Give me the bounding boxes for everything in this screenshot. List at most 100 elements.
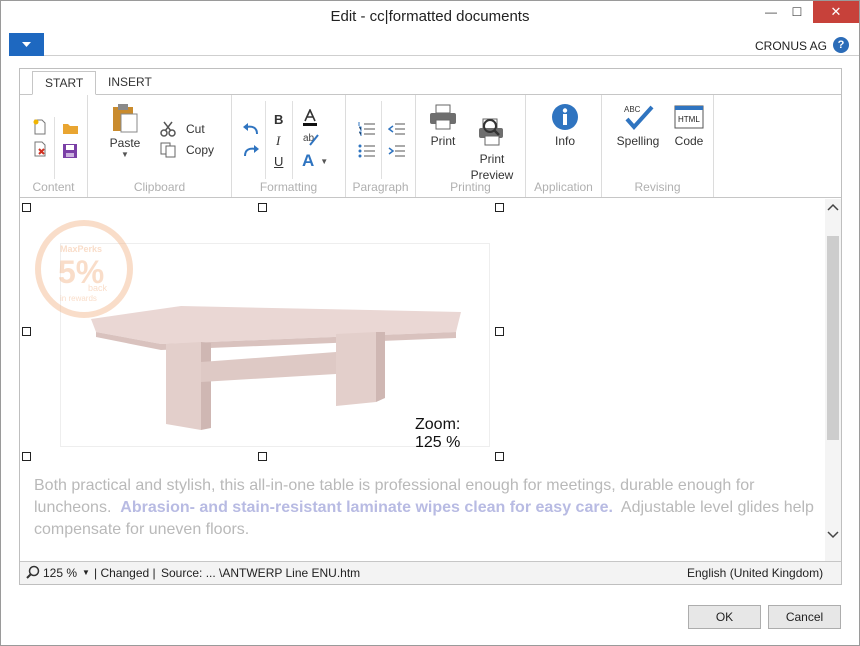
outdent-icon	[387, 123, 405, 135]
print-label: Print	[430, 134, 456, 148]
info-icon	[552, 104, 578, 130]
resize-handle[interactable]	[495, 203, 504, 212]
resize-handle[interactable]	[258, 452, 267, 461]
scrollbar-thumb[interactable]	[827, 236, 839, 440]
undo-button[interactable]	[242, 121, 260, 140]
group-label-content: Content	[32, 180, 75, 194]
group-formatting: B I U ab A ▼ Formatting	[232, 95, 346, 197]
info-button[interactable]: Info	[549, 103, 581, 148]
chevron-down-icon[interactable]: ▼	[82, 568, 90, 577]
group-label-paragraph: Paragraph	[352, 180, 409, 194]
scroll-up-icon[interactable]	[825, 203, 841, 219]
description-bold-text: Abrasion- and stain-resistant laminate w…	[120, 499, 613, 516]
divider	[44, 55, 859, 56]
help-icon[interactable]: ?	[833, 37, 849, 53]
indent-icon	[388, 145, 405, 157]
source-path: Source: ... \ANTWERP Line ENU.htm	[161, 566, 361, 580]
badge-line1: MaxPerks	[60, 244, 102, 254]
font-color-button[interactable]	[302, 108, 318, 130]
close-button[interactable]: ✕	[813, 1, 859, 23]
zoom-magnifier-icon[interactable]	[26, 565, 40, 582]
group-label-revising: Revising	[634, 180, 681, 194]
info-label: Info	[554, 134, 575, 148]
decrease-indent-button[interactable]	[387, 121, 406, 140]
changed-status: | Changed |	[94, 566, 156, 580]
strikethrough-button[interactable]: ab	[302, 131, 320, 150]
maximize-icon: ☐	[791, 5, 803, 19]
code-button[interactable]: HTML Code	[672, 103, 706, 148]
spelling-check-icon: ABC	[624, 105, 654, 131]
language-status: English (United Kingdom)	[687, 566, 824, 580]
save-icon	[63, 144, 77, 158]
maximize-button[interactable]: ☐	[785, 1, 809, 23]
underline-button[interactable]: U	[274, 154, 283, 169]
rewards-badge-logo: MaxPerks 5% back in rewards	[34, 219, 134, 319]
new-document-icon	[33, 119, 46, 135]
chevron-down-icon: ▼	[121, 150, 129, 159]
spelling-button[interactable]: ABC Spelling	[614, 103, 662, 148]
minimize-button[interactable]: —	[761, 1, 781, 23]
paste-button[interactable]: Paste ▼	[108, 103, 142, 159]
numbered-list-button[interactable]	[358, 121, 376, 140]
resize-handle[interactable]	[495, 327, 504, 336]
tab-start[interactable]: START	[32, 71, 97, 95]
badge-line2: back	[88, 283, 108, 293]
redo-button[interactable]	[242, 143, 260, 162]
divider	[292, 101, 293, 179]
tab-insert[interactable]: INSERT	[96, 71, 164, 95]
product-description: Both practical and stylish, this all-in-…	[34, 475, 814, 541]
new-document-button[interactable]	[32, 119, 48, 138]
cancel-button[interactable]: Cancel	[768, 605, 841, 629]
badge-line3: in rewards	[60, 294, 97, 303]
undo-icon	[243, 123, 258, 135]
divider	[265, 101, 266, 179]
paste-label: Paste	[109, 136, 141, 150]
vertical-scrollbar[interactable]	[825, 199, 841, 561]
resize-handle[interactable]	[495, 452, 504, 461]
bullet-list-icon	[358, 144, 375, 158]
chevron-down-icon	[22, 41, 31, 47]
save-button[interactable]	[62, 143, 78, 162]
bullet-list-button[interactable]	[358, 143, 376, 162]
chevron-down-icon: ▼	[320, 156, 329, 166]
group-label-clipboard: Clipboard	[133, 180, 186, 194]
cut-button[interactable]: Cut	[160, 121, 205, 137]
copy-button[interactable]: Copy	[160, 142, 214, 158]
increase-indent-button[interactable]	[388, 143, 406, 162]
redo-icon	[244, 145, 259, 157]
scroll-down-icon[interactable]	[825, 531, 841, 547]
document-canvas[interactable]: Zoom: 125 % MaxPerks 5% back in rewards …	[20, 199, 825, 561]
spelling-icon-text: ABC	[624, 105, 641, 114]
resize-handle[interactable]	[22, 452, 31, 461]
bold-button[interactable]: B	[274, 112, 283, 127]
group-revising: ABC Spelling HTML Code Revising	[602, 95, 714, 197]
italic-button[interactable]: I	[276, 133, 280, 149]
editor-frame: START INSERT Content Paste ▼ Cut Copy Cl…	[19, 68, 842, 585]
zoom-indicator: Zoom: 125 %	[415, 416, 461, 451]
open-button[interactable]	[62, 121, 79, 138]
resize-handle[interactable]	[258, 203, 267, 212]
font-color-icon	[303, 108, 317, 126]
ok-button[interactable]: OK	[688, 605, 761, 629]
scissors-icon	[160, 121, 176, 137]
folder-icon	[63, 124, 78, 134]
status-bar: 125 % ▼ | Changed | Source: ... \ANTWERP…	[20, 561, 841, 584]
group-printing: Print Print Preview Printing	[416, 95, 526, 197]
group-application: Info Application	[526, 95, 602, 197]
print-button[interactable]: Print	[426, 103, 460, 148]
zoom-level[interactable]: 125 %	[43, 566, 77, 580]
window-title: Edit - cc|formatted documents	[330, 8, 530, 25]
spelling-label: Spelling	[616, 134, 660, 148]
minimize-icon: —	[765, 5, 777, 19]
resize-handle[interactable]	[22, 327, 31, 336]
company-name: CRONUS AG	[754, 39, 827, 53]
html-code-icon: HTML	[674, 105, 704, 129]
font-size-button[interactable]: A ▼	[302, 151, 328, 171]
delete-document-icon	[34, 141, 46, 157]
print-preview-label: Print Preview	[470, 152, 514, 182]
delete-document-button[interactable]	[32, 141, 48, 160]
resize-handle[interactable]	[22, 203, 31, 212]
app-menu-button[interactable]	[9, 33, 44, 56]
group-clipboard: Paste ▼ Cut Copy Clipboard	[88, 95, 232, 197]
app-row: CRONUS AG ?	[1, 32, 859, 57]
